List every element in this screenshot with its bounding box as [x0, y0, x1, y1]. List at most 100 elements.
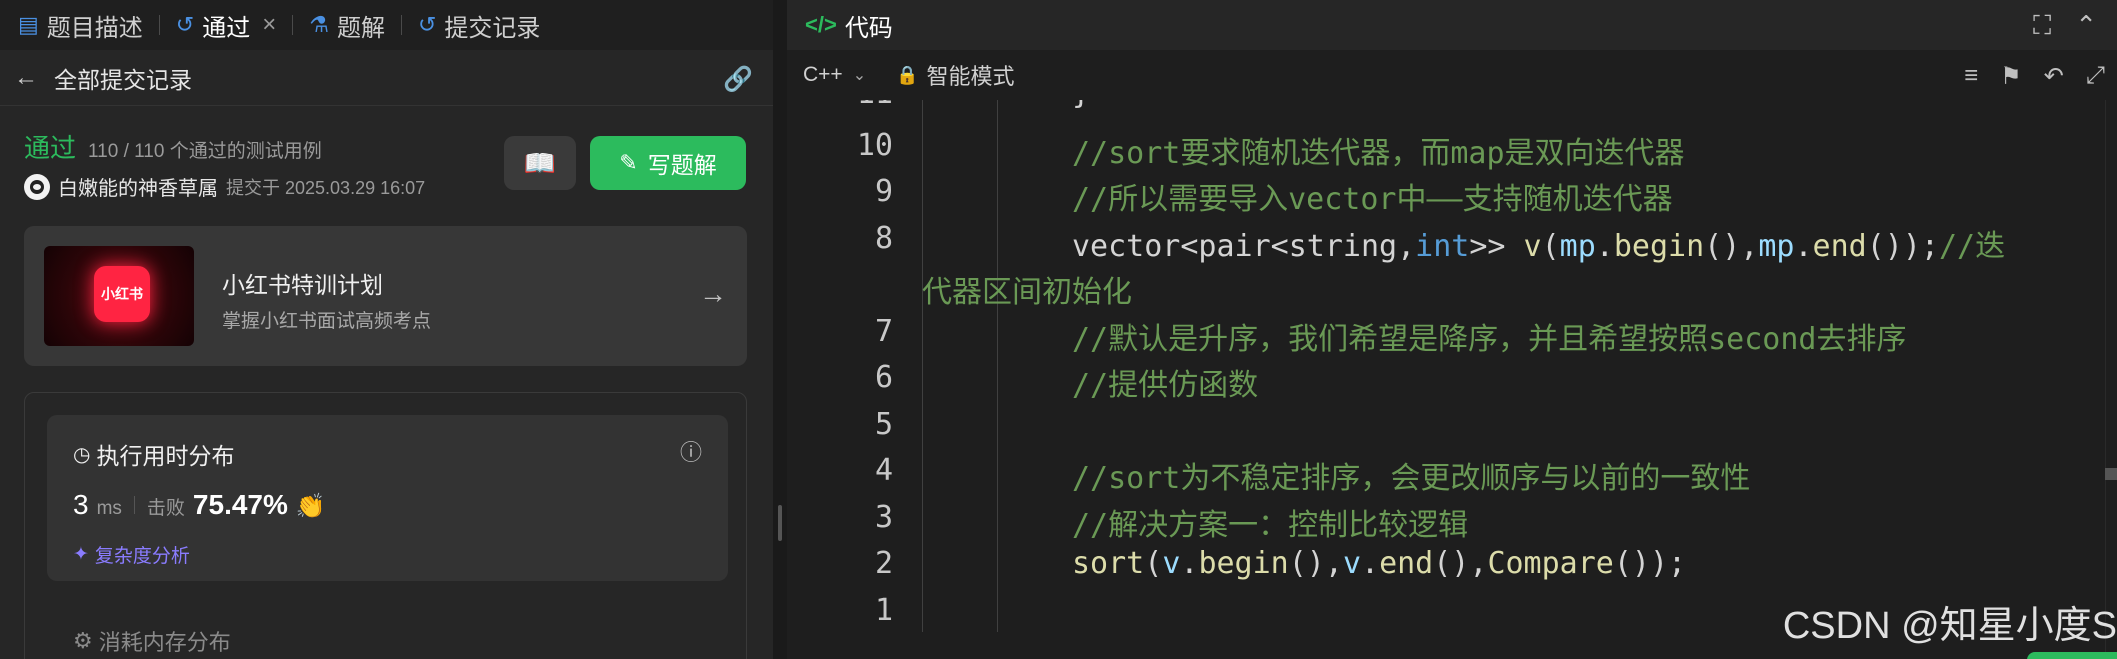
write-solution-label: 写题解 [647, 152, 717, 178]
memory-title-label: 消耗内存分布 [98, 630, 231, 655]
left-tab-bar: ▤ 题目描述 ↺ 通过 × ⚗ 题解 ↺ 提交记录 [0, 0, 773, 50]
format-icon[interactable]: ≡ [1964, 62, 1978, 91]
submit-button-edge[interactable] [2027, 652, 2117, 659]
all-submissions-title[interactable]: 全部提交记录 [54, 61, 192, 95]
clock-icon: ◷ [73, 443, 91, 466]
line-number: 10 [856, 128, 893, 163]
line-number: 9 [874, 174, 893, 209]
tab-solutions-label: 题解 [336, 14, 385, 42]
chevron-down-icon: ⌄ [852, 67, 867, 84]
result-row: 通过 110 / 110 个通过的测试用例 [24, 128, 322, 165]
sparkle-icon: ✦ [73, 544, 89, 565]
promo-subtitle: 掌握小红书面试高频考点 [222, 311, 432, 332]
fullscreen-icon[interactable]: ⛶ [2033, 10, 2051, 42]
editor-toolbar: C++ ⌄ 🔒 智能模式 ≡ ⚑ ↶ ⤢ [787, 50, 2117, 100]
stats-section: ◷ 执行用时分布 ⓘ 3 ms 击败 75.47% 👏 ✦ 复杂度分析 ⚙ 消耗… [24, 392, 747, 659]
promo-title: 小红书特训计划 [222, 272, 383, 298]
divider [133, 496, 135, 514]
expand-icon[interactable]: ⤢ [2086, 62, 2105, 91]
toolbar-actions: ≡ ⚑ ↶ ⤢ [1964, 62, 2105, 91]
bookmark-icon[interactable]: ⚑ [2000, 62, 2022, 91]
tab-divider [400, 15, 402, 35]
beats-label: 击败 [146, 498, 185, 519]
code-icon: </> [805, 12, 837, 37]
line-number: 6 [874, 360, 893, 395]
scrollbar-thumb[interactable] [2105, 468, 2117, 480]
testcase-count: 110 / 110 个通过的测试用例 [88, 141, 322, 162]
line-number: 2 [874, 546, 893, 581]
code-line: //提供仿函数 [1072, 368, 1259, 403]
language-value: C++ [803, 63, 843, 86]
runtime-title: ◷ 执行用时分布 [73, 437, 234, 471]
code-header-actions: ⛶ ⌃ [2033, 10, 2097, 42]
complexity-analysis-link[interactable]: ✦ 复杂度分析 [73, 541, 190, 568]
code-line: } [1072, 100, 1090, 111]
arrow-right-icon[interactable]: → [699, 278, 727, 310]
notes-button[interactable]: 📖 [504, 136, 576, 190]
runtime-row: 3 ms 击败 75.47% 👏 [73, 489, 326, 521]
code-title: 代码 [844, 14, 893, 42]
line-number: 7 [874, 314, 893, 349]
author-name[interactable]: 白嫩能的神香草属 [58, 172, 218, 201]
author-row: 白嫩能的神香草属 提交于 2025.03.29 16:07 [24, 172, 425, 201]
code-line-wrap: 代器区间初始化 [922, 275, 1132, 310]
runtime-value: 3 [73, 489, 89, 520]
left-panel: ▤ 题目描述 ↺ 通过 × ⚗ 题解 ↺ 提交记录 ← 全部提交记录 🔗 通过 … [0, 0, 773, 659]
csdn-watermark: CSDN @知星小度S [1782, 605, 2117, 647]
avatar[interactable] [24, 173, 50, 200]
line-number: 11 [787, 100, 893, 111]
tab-divider [292, 15, 294, 35]
book-icon: 📖 [523, 147, 557, 178]
tab-passed[interactable]: ↺ 通过 × [176, 0, 276, 50]
code-line: //解决方案一：控制比较逻辑 [1072, 508, 1469, 543]
code-line: //所以需要导入vector中——支持随机迭代器 [1072, 182, 1673, 217]
editor-scrollbar[interactable] [2105, 100, 2117, 659]
runtime-title-label: 执行用时分布 [96, 443, 235, 469]
write-solution-button[interactable]: ✎ 写题解 [590, 136, 746, 190]
tab-divider [158, 15, 160, 35]
smart-mode-label[interactable]: 智能模式 [927, 59, 1015, 91]
status-badge: 通过 [24, 133, 77, 163]
line-number: 1 [874, 593, 893, 628]
submit-time: 提交于 2025.03.29 16:07 [226, 177, 426, 198]
language-select[interactable]: C++ ⌄ [803, 63, 866, 87]
xiaohongshu-logo: 小红书 [94, 266, 150, 322]
history-icon: ↺ [175, 12, 195, 37]
undo-icon[interactable]: ↶ [2044, 62, 2064, 91]
tab-solutions[interactable]: ⚗ 题解 [309, 0, 385, 50]
code-line: sort(v.begin(),v.end(),Compare()); [1072, 546, 1687, 581]
edit-icon: ✎ [619, 150, 638, 175]
memory-title[interactable]: ⚙ 消耗内存分布 [73, 625, 231, 657]
chevron-up-icon[interactable]: ⌃ [2075, 10, 2097, 42]
runtime-unit: ms [96, 498, 122, 519]
line-number: 8 [874, 221, 893, 256]
promo-card[interactable]: 小红书 小红书特训计划 掌握小红书面试高频考点 → [24, 226, 747, 366]
tab-submissions-label: 提交记录 [444, 14, 541, 42]
line-number: 3 [874, 500, 893, 535]
close-icon[interactable]: × [262, 11, 276, 39]
history-icon: ↺ [417, 12, 437, 37]
complexity-label: 复杂度分析 [94, 546, 190, 567]
code-line: vector<pair<string,int>> v(mp.begin(),mp… [1072, 229, 2006, 264]
indent-guide [922, 100, 923, 632]
promo-thumbnail: 小红书 [44, 246, 194, 346]
tab-description[interactable]: ▤ 题目描述 [18, 0, 143, 50]
code-editor[interactable]: 11 } 10 //sort要求随机迭代器，而map是双向迭代器 9 //所以需… [787, 100, 2117, 659]
code-line: //sort要求随机迭代器，而map是双向迭代器 [1072, 136, 1685, 171]
link-icon[interactable]: 🔗 [723, 65, 753, 94]
tab-passed-label: 通过 [202, 14, 251, 42]
lock-icon: 🔒 [896, 64, 919, 85]
back-arrow-icon[interactable]: ← [14, 64, 38, 92]
flask-icon: ⚗ [309, 12, 329, 37]
info-icon[interactable]: ⓘ [680, 435, 702, 467]
runtime-card: ◷ 执行用时分布 ⓘ 3 ms 击败 75.47% 👏 ✦ 复杂度分析 [47, 415, 728, 581]
splitter-handle[interactable] [778, 505, 782, 541]
indent-guide [997, 100, 998, 632]
panel-splitter[interactable] [773, 0, 787, 659]
document-icon: ▤ [18, 12, 39, 37]
line-number: 4 [874, 453, 893, 488]
beats-value: 75.47% [192, 489, 288, 520]
code-panel: </> 代码 ⛶ ⌃ C++ ⌄ 🔒 智能模式 ≡ ⚑ ↶ ⤢ 11 } 10 … [787, 0, 2117, 659]
tab-submissions[interactable]: ↺ 提交记录 [418, 0, 540, 50]
code-line: //sort为不稳定排序，会更改顺序与以前的一致性 [1072, 461, 1751, 496]
